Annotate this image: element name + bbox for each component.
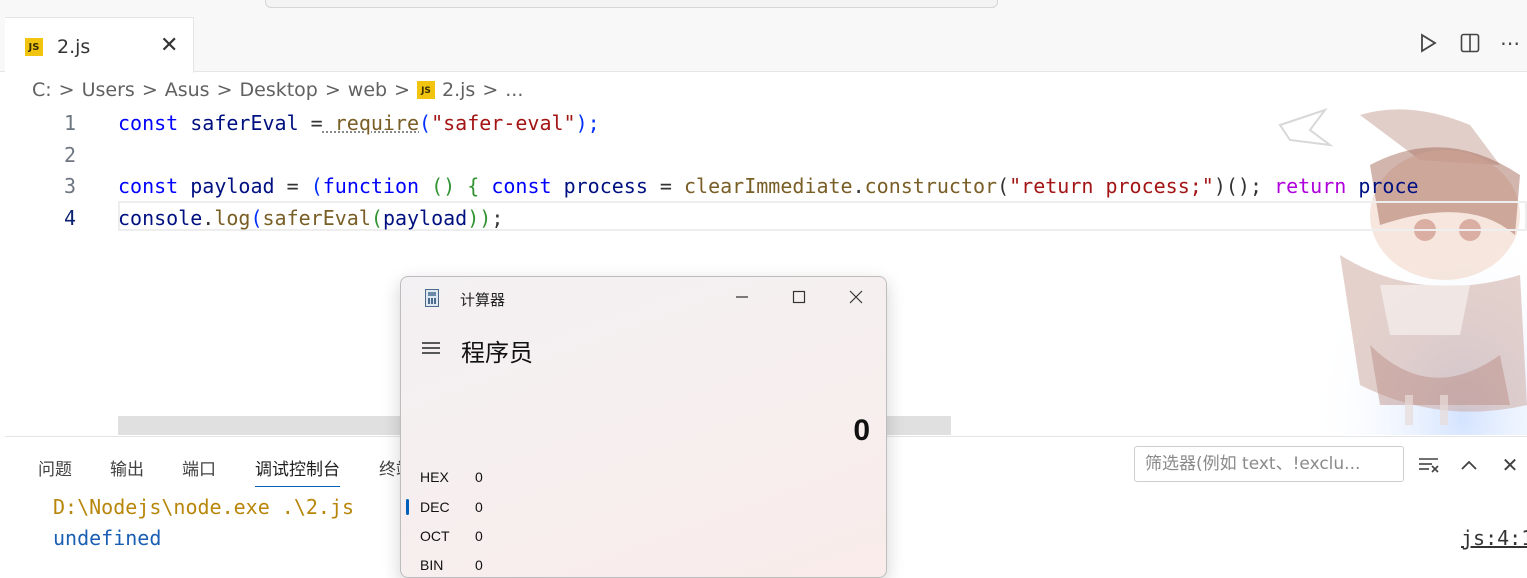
code-line-3[interactable]: const payload = (function () { const pro… <box>118 174 1419 198</box>
tab-output[interactable]: 输出 <box>110 455 144 480</box>
calculator-app-icon <box>425 289 439 307</box>
radix-bin-value: 0 <box>475 557 483 573</box>
radix-hex-value: 0 <box>475 469 483 485</box>
breadcrumb-item[interactable]: Users <box>82 79 135 101</box>
calculator-mode-title: 程序员 <box>461 340 533 367</box>
active-radix-indicator <box>406 499 409 515</box>
more-actions-icon[interactable]: ⋯ <box>1497 30 1523 56</box>
tab-ports[interactable]: 端口 <box>182 455 216 480</box>
breadcrumb-item[interactable]: Asus <box>165 79 210 101</box>
minimize-icon[interactable] <box>728 285 756 309</box>
code-line-1[interactable]: const saferEval = require("safer-eval"); <box>118 111 600 135</box>
console-filter-input[interactable] <box>1134 446 1404 482</box>
close-icon[interactable] <box>842 285 870 309</box>
split-editor-icon[interactable] <box>1457 30 1483 56</box>
tab-label: 2.js <box>57 36 91 58</box>
line-number: 4 <box>63 206 76 230</box>
radix-dec-value: 0 <box>475 499 483 515</box>
chevron-up-icon[interactable] <box>1456 453 1482 477</box>
radix-dec[interactable]: DEC <box>420 499 450 515</box>
calculator-window[interactable]: 计算器 程序员 0 HEX 0 DEC 0 OCT 0 BIN 0 <box>400 276 887 578</box>
line-number: 3 <box>63 174 76 198</box>
hamburger-menu-icon[interactable] <box>421 336 441 362</box>
line-number: 1 <box>63 111 76 135</box>
breadcrumb-item[interactable]: C: <box>32 79 52 101</box>
command-center[interactable] <box>265 0 998 8</box>
maximize-icon[interactable] <box>785 285 813 309</box>
breadcrumb-item[interactable]: web <box>348 79 387 101</box>
radix-oct-value: 0 <box>475 528 483 544</box>
console-command: D:\Nodejs\node.exe .\2.js <box>53 495 355 519</box>
code-line-4[interactable]: console.log(saferEval(payload)); <box>118 206 503 230</box>
breadcrumb: C: > Users > Asus > Desktop > web > JS 2… <box>32 79 523 101</box>
breadcrumb-separator: > <box>324 79 341 101</box>
js-file-icon: JS <box>417 81 435 99</box>
breadcrumb-file[interactable]: 2.js <box>442 79 475 101</box>
radix-oct[interactable]: OCT <box>420 528 450 544</box>
breadcrumb-separator: > <box>58 79 75 101</box>
source-location-link[interactable]: js:4:1 <box>1461 526 1527 550</box>
run-icon[interactable] <box>1415 30 1441 56</box>
clear-console-icon[interactable] <box>1416 453 1442 477</box>
editor-tab-bar <box>0 17 1527 72</box>
breadcrumb-separator: > <box>216 79 233 101</box>
editor-tab-2js[interactable]: JS 2.js ✕ <box>5 17 194 73</box>
line-number: 2 <box>63 143 76 167</box>
breadcrumb-more[interactable]: ... <box>505 79 523 101</box>
calculator-title: 计算器 <box>460 292 506 309</box>
breadcrumb-separator: > <box>394 79 410 101</box>
tab-problems[interactable]: 问题 <box>38 455 72 480</box>
breadcrumb-separator: > <box>482 79 499 101</box>
tab-debug-console[interactable]: 调试控制台 <box>255 455 340 487</box>
close-icon[interactable]: ✕ <box>160 32 178 58</box>
radix-hex[interactable]: HEX <box>420 469 449 485</box>
breadcrumb-item[interactable]: Desktop <box>240 79 318 101</box>
js-file-icon: JS <box>25 38 43 56</box>
console-result: undefined <box>53 526 162 550</box>
calculator-display: 0 <box>853 414 870 447</box>
radix-bin[interactable]: BIN <box>420 557 443 573</box>
breadcrumb-separator: > <box>141 79 158 101</box>
close-panel-icon[interactable]: ✕ <box>1497 453 1523 477</box>
